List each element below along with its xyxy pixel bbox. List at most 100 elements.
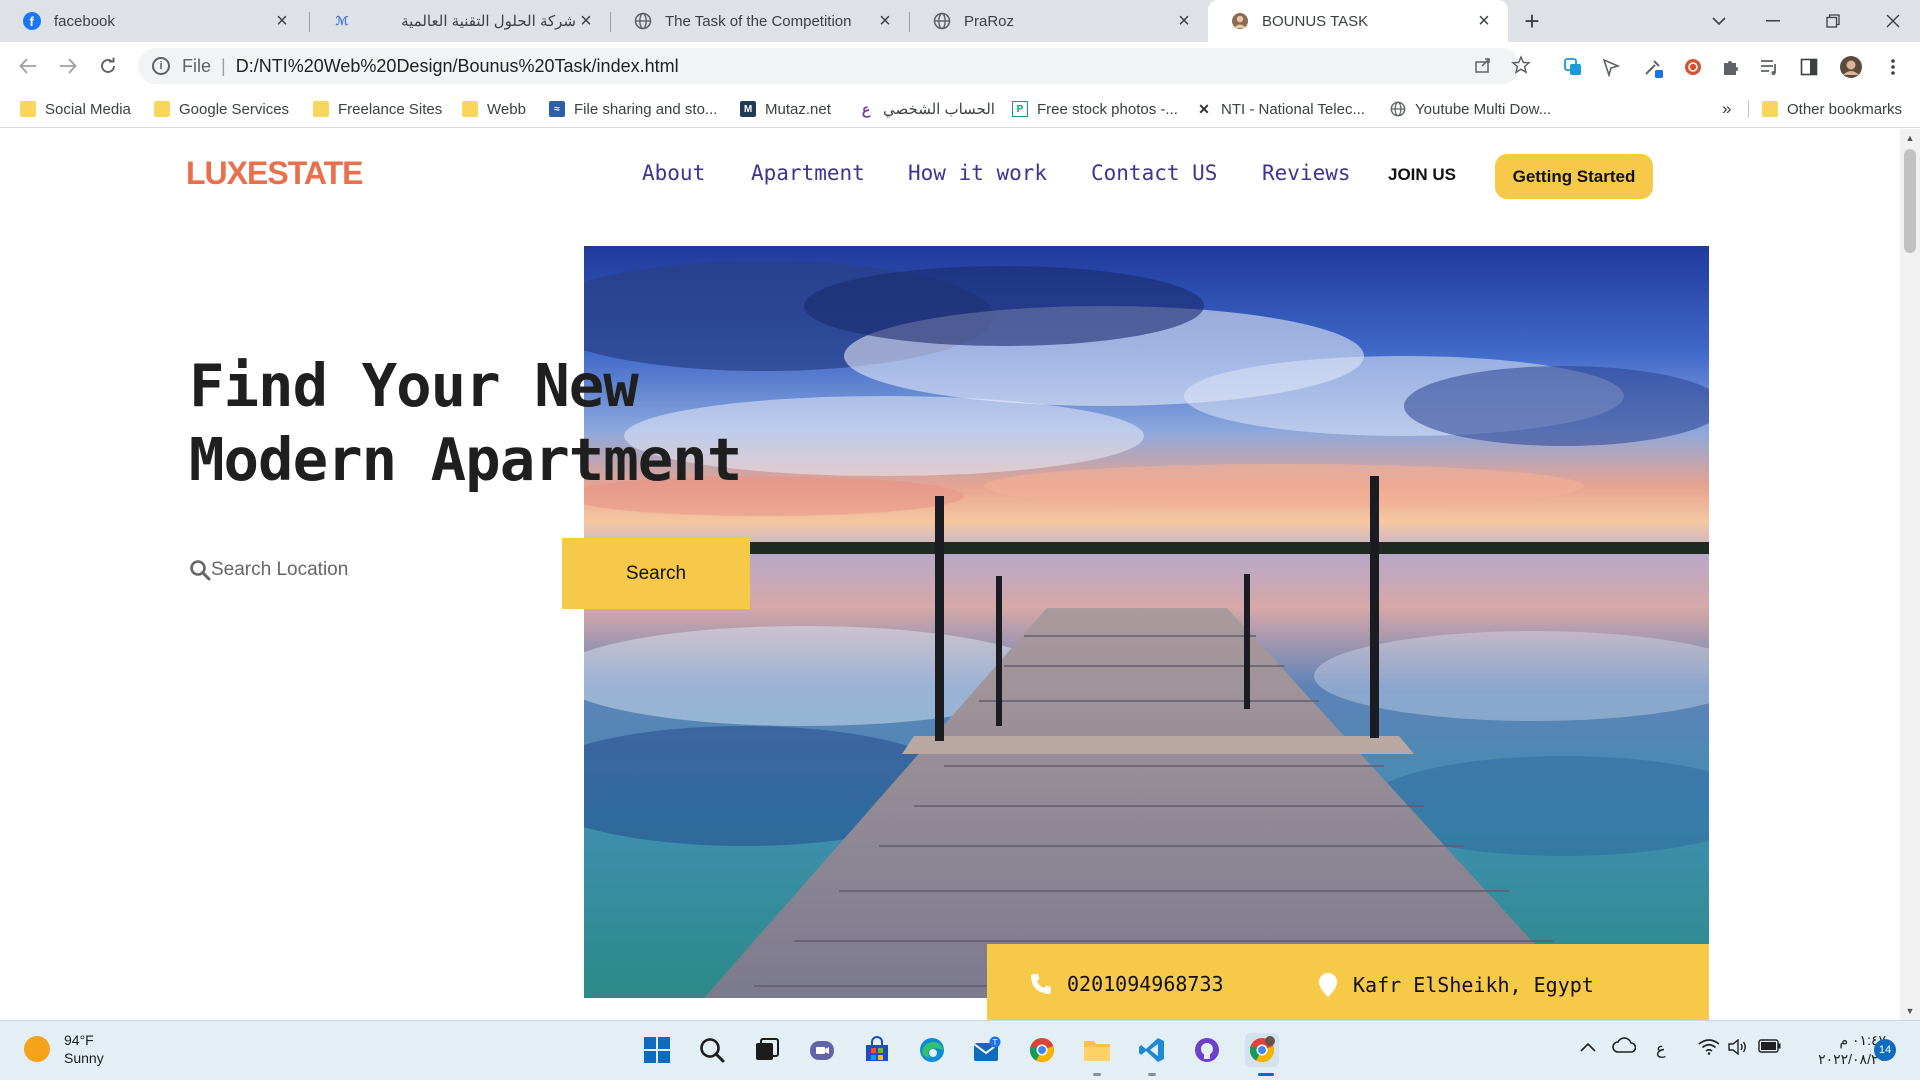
more-bookmarks-chevron[interactable]: » [1722, 98, 1731, 120]
bookmark-nti[interactable]: ✕ NTI - National Telec... [1196, 98, 1365, 120]
close-icon[interactable]: × [1474, 11, 1494, 31]
notification-count-badge[interactable]: 14 [1874, 1039, 1896, 1061]
bookmark-file-sharing[interactable]: ≈ File sharing and sto... [549, 98, 717, 120]
bookmark-webb[interactable]: Webb [462, 98, 526, 120]
weather-condition: Sunny [64, 1050, 104, 1066]
tab-facebook[interactable]: f facebook × [0, 0, 306, 42]
contact-bar: 0201094968733 Kafr ElSheikh, Egypt [987, 944, 1709, 1020]
side-panel-icon[interactable] [1796, 54, 1822, 80]
bookmark-stock-photos[interactable]: P Free stock photos -... [1012, 98, 1178, 120]
tab-title: facebook [54, 12, 115, 30]
system-clock[interactable]: ٠١:٤٧ م ٢٠٢٢/٠٨/٢٠ [1796, 1031, 1886, 1069]
input-language[interactable]: ع [1656, 1039, 1666, 1059]
edge-browser-icon[interactable] [915, 1033, 949, 1067]
nav-contact-us[interactable]: Contact US [1091, 161, 1217, 185]
close-icon[interactable]: × [576, 11, 596, 31]
extensions-puzzle-icon[interactable] [1718, 54, 1744, 80]
task-view-icon[interactable] [750, 1033, 784, 1067]
getting-started-button[interactable]: Getting Started [1495, 154, 1653, 199]
bookmark-mutaz[interactable]: M Mutaz.net [740, 98, 831, 120]
bookmark-label: Webb [487, 100, 526, 118]
profile-avatar-icon[interactable] [1838, 54, 1864, 80]
bookmark-google-services[interactable]: Google Services [154, 98, 289, 120]
reload-icon[interactable] [92, 50, 124, 82]
bookmark-other[interactable]: Other bookmarks [1762, 98, 1902, 120]
minimize-icon[interactable] [1746, 0, 1800, 42]
bookmark-star-icon[interactable] [1508, 52, 1534, 78]
nav-how-it-work[interactable]: How it work [908, 161, 1047, 185]
tab-competition[interactable]: The Task of the Competition × [611, 0, 909, 42]
folder-icon [20, 101, 36, 117]
onedrive-cloud-icon[interactable] [1612, 1037, 1637, 1058]
file-explorer-icon[interactable] [1080, 1033, 1114, 1067]
bookmark-social-media[interactable]: Social Media [20, 98, 131, 120]
translate-extension-icon[interactable] [1560, 54, 1586, 80]
eyedropper-extension-icon[interactable] [1640, 54, 1666, 80]
scrollbar-thumb[interactable] [1904, 149, 1916, 253]
chrome-icon[interactable] [1025, 1033, 1059, 1067]
wifi-icon[interactable] [1698, 1039, 1720, 1060]
join-us-link[interactable]: JOIN US [1388, 165, 1456, 185]
restore-icon[interactable] [1806, 0, 1860, 42]
close-window-icon[interactable] [1866, 0, 1920, 42]
forward-arrow-icon[interactable] [52, 50, 84, 82]
back-arrow-icon[interactable] [12, 50, 44, 82]
nav-about[interactable]: About [642, 161, 705, 185]
location-text: Kafr ElSheikh, Egypt [1353, 973, 1594, 997]
nav-reviews[interactable]: Reviews [1262, 161, 1351, 185]
bookmark-label: Free stock photos -... [1037, 100, 1178, 118]
scroll-down-arrow-icon[interactable]: ▼ [1900, 1002, 1920, 1020]
close-icon[interactable]: × [875, 11, 895, 31]
hero-headline: Find Your New Modern Apartment [189, 349, 742, 497]
site-info-icon[interactable]: i [152, 57, 170, 75]
vscode-icon[interactable] [1135, 1033, 1169, 1067]
tab-arabic-site[interactable]: ℳ شركة الحلول التقنية العالمية × [310, 0, 610, 42]
bookmark-youtube-downloader[interactable]: Youtube Multi Dow... [1390, 98, 1551, 120]
site-logo[interactable]: LUXESTATE [186, 155, 363, 192]
taskbar-search-icon[interactable] [695, 1033, 729, 1067]
svg-text:f: f [30, 14, 35, 29]
page-scrollbar[interactable]: ▲ ▼ [1900, 129, 1920, 1020]
search-button[interactable]: Search [562, 538, 750, 609]
github-desktop-icon[interactable] [1190, 1033, 1224, 1067]
reading-list-icon[interactable] [1756, 54, 1782, 80]
tab-title: PraRoz [964, 12, 1015, 30]
menu-kebab-icon[interactable] [1880, 54, 1906, 80]
scroll-up-arrow-icon[interactable]: ▲ [1900, 129, 1920, 147]
teams-chat-icon[interactable] [805, 1033, 839, 1067]
vpn-extension-icon[interactable] [1680, 54, 1706, 80]
bookmark-label: NTI - National Telec... [1221, 100, 1365, 118]
microsoft-store-icon[interactable] [860, 1033, 894, 1067]
close-icon[interactable]: × [1174, 11, 1194, 31]
new-tab-button[interactable]: + [1516, 0, 1548, 42]
clock-date: ٢٠٢٢/٠٨/٢٠ [1818, 1051, 1886, 1067]
battery-icon[interactable] [1758, 1039, 1782, 1058]
folder-icon [313, 101, 329, 117]
chrome-profile-icon[interactable] [1245, 1033, 1279, 1067]
tab-title: The Task of the Competition [665, 12, 852, 30]
globe-icon [633, 11, 653, 31]
windows-start-icon[interactable] [640, 1033, 674, 1067]
tray-chevron-up-icon[interactable] [1580, 1039, 1596, 1057]
tab-bounus-task[interactable]: BOUNUS TASK × [1208, 0, 1508, 42]
search-location-input[interactable] [211, 556, 551, 584]
tab-praroz[interactable]: PraRoz × [910, 0, 1208, 42]
url-scheme: File [182, 55, 212, 76]
globe-icon [1390, 101, 1406, 117]
mail-icon[interactable]: T [970, 1033, 1004, 1067]
bookmark-personal-account[interactable]: ع الحساب الشخصي [858, 98, 995, 120]
bookmark-label: Freelance Sites [338, 100, 443, 118]
share-icon[interactable] [1470, 52, 1496, 78]
tab-strip: f facebook × ℳ شركة الحلول التقنية العال… [0, 0, 1920, 42]
globe-icon [932, 11, 952, 31]
nav-apartment[interactable]: Apartment [751, 161, 865, 185]
weather-widget[interactable]: 94°F Sunny [24, 1031, 104, 1067]
close-icon[interactable]: × [272, 11, 292, 31]
contact-location: Kafr ElSheikh, Egypt [1317, 972, 1594, 998]
tab-search-chevron-icon[interactable] [1692, 0, 1746, 42]
bookmarks-divider [1748, 100, 1749, 118]
cursor-extension-icon[interactable] [1598, 54, 1624, 80]
address-bar[interactable]: i File | D:/NTI%20Web%20Design/Bounus%20… [138, 48, 1520, 84]
bookmark-freelance-sites[interactable]: Freelance Sites [313, 98, 442, 120]
volume-icon[interactable] [1728, 1038, 1748, 1060]
